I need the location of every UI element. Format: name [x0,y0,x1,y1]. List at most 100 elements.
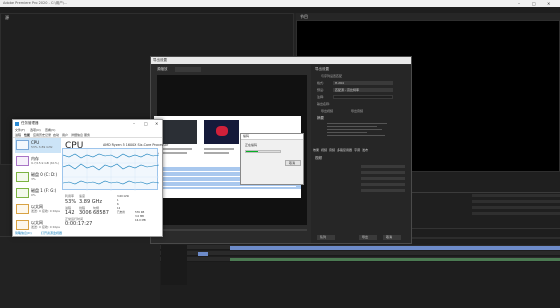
setting-field[interactable] [361,171,405,174]
effects-controls-panel[interactable] [412,172,560,228]
audio-clip[interactable] [230,258,560,261]
format-select[interactable]: H.264 [333,81,393,85]
thumbnail-image [204,120,239,144]
sidebar-item-sub: 3% [31,177,36,181]
cpu-model: AMD Ryzen 5 1600X Six-Core Processor [103,143,169,147]
utilization-label: 利用率 [65,194,75,198]
sidebar-item-sub: 发送: 0 接收: 0 Kbps [31,209,60,213]
setting-field[interactable] [361,165,405,168]
setting-field[interactable] [361,177,405,180]
virtualization-value: 已启用 [117,211,125,214]
export-video-checkbox[interactable]: 导出视频 [321,110,333,113]
ethernet-mini-graph [16,204,29,214]
text-line [162,148,192,150]
table-line [158,186,296,187]
sidebar-item-sub: 9.7/15.9 GB (61%) [31,161,59,165]
sidebar-item-memory[interactable]: 内存 9.7/15.9 GB (61%) [15,154,61,169]
export-button[interactable]: 导出 [359,235,377,240]
source-panel-tab[interactable]: 源 [5,16,9,20]
preset-select[interactable]: 匹配源 - 高比特率 [333,88,393,92]
tab-app-history[interactable]: 应用历史记录 [33,133,51,137]
tab-startup[interactable]: 启动 [53,133,59,137]
sidebar-item-cpu[interactable]: CPU 53% 3.89 GHz [15,138,61,153]
text-line [204,152,229,154]
preset-label: 预设: [317,88,325,92]
maximize-icon[interactable]: □ [532,1,536,6]
task-manager-icon [15,122,19,126]
cancel-button[interactable]: 取消 [383,235,401,240]
speed-value: 3.89 GHz [79,199,102,205]
track-headers[interactable] [161,245,187,285]
timeline-clip[interactable] [230,246,560,250]
tab-details[interactable]: 详细信息 [71,133,83,137]
export-settings-header: 导出设置 [315,67,329,71]
summary-line [327,135,385,136]
setting-field[interactable] [361,189,405,192]
menu-view[interactable]: 查看(V) [45,128,55,132]
progress-label: 正在编码 [245,143,258,147]
program-monitor-tab[interactable]: 节目 [296,13,560,20]
minimize-icon[interactable]: – [518,1,520,6]
tab-video[interactable]: 视频 [321,149,327,154]
export-dialog-titlebar: 导出设置 [151,57,411,64]
sidebar-item-ethernet[interactable]: 以太网 发送: 0 接收: 0 Kbps [15,202,61,217]
preview-scrubber[interactable] [157,229,307,231]
tab-publish[interactable]: 发布 [362,149,368,154]
uptime-value: 0:00:17:27 [65,221,93,227]
tm-close-icon[interactable]: ✕ [155,122,158,126]
task-manager-titlebar: 任务管理器 – □ ✕ [13,120,162,128]
menu-file[interactable]: 文件(F) [15,128,25,132]
program-panel-tab-label: 节目 [300,13,308,19]
sidebar-item-disk0[interactable]: 磁盘 0 (C: D:) 3% [15,170,61,185]
timeline-clip[interactable] [198,252,208,256]
comment-input[interactable] [333,95,393,99]
source-scaling-select[interactable] [175,67,201,72]
tab-processes[interactable]: 进程 [15,133,21,137]
export-audio-checkbox[interactable]: 导出音频 [351,110,363,113]
tab-effects[interactable]: 效果 [313,149,319,154]
progress-cancel-button[interactable]: 取消 [285,160,301,166]
project-panel[interactable] [0,236,160,308]
menu-options[interactable]: 选项(O) [30,128,41,132]
match-sequence-checkbox[interactable]: 与序列设置匹配 [321,75,342,78]
tab-audio[interactable]: 音频 [329,149,335,154]
timeline-track[interactable] [160,251,560,256]
utilization-value: 53% [65,199,77,205]
summary-line [327,132,367,133]
tab-performance[interactable]: 性能 [24,133,30,137]
cpu-graph-svg [62,149,160,191]
sidebar-item-sub: 0% [31,193,36,197]
progress-bar [245,150,281,153]
progress-cancel-label: 取消 [289,161,296,165]
format-label: 格式: [317,81,325,85]
tm-maximize-icon[interactable]: □ [144,122,148,126]
summary-line [327,123,387,124]
tab-multiplexer[interactable]: 多路复用器 [337,149,352,154]
fewer-details-link[interactable]: 简略信息(D) [15,231,32,235]
tm-minimize-icon[interactable]: – [133,122,135,126]
close-icon[interactable]: ✕ [547,1,550,6]
task-manager-title: 任务管理器 [21,121,39,125]
handles-value: 68587 [93,210,109,216]
comment-label: 注释: [317,95,325,99]
resource-monitor-link[interactable]: 打开资源监视器 [41,231,62,235]
cpu-mini-graph [16,140,29,150]
setting-field[interactable] [361,183,405,186]
tab-users[interactable]: 用户 [62,133,68,137]
threads-value: 3006 [79,210,92,216]
export-button-label: 导出 [362,235,369,239]
progress-title: 编码 [243,134,250,138]
tab-captions[interactable]: 字幕 [354,149,360,154]
sidebar-item-sub: 53% 3.89 GHz [31,145,53,149]
text-line [204,148,234,150]
divider [412,192,560,193]
queue-button[interactable]: 队列 [317,235,335,240]
effects-track-bar [472,200,560,203]
encoding-progress-dialog: 编码 正在编码 取消 [240,133,304,185]
disk0-mini-graph [16,172,29,182]
tab-services[interactable]: 服务 [84,133,90,137]
speed-label: 速度 [79,194,86,198]
sidebar-item-disk1[interactable]: 磁盘 1 (F: G:) 0% [15,186,61,201]
cancel-button-label: 取消 [386,235,393,239]
summary-line [327,129,382,130]
